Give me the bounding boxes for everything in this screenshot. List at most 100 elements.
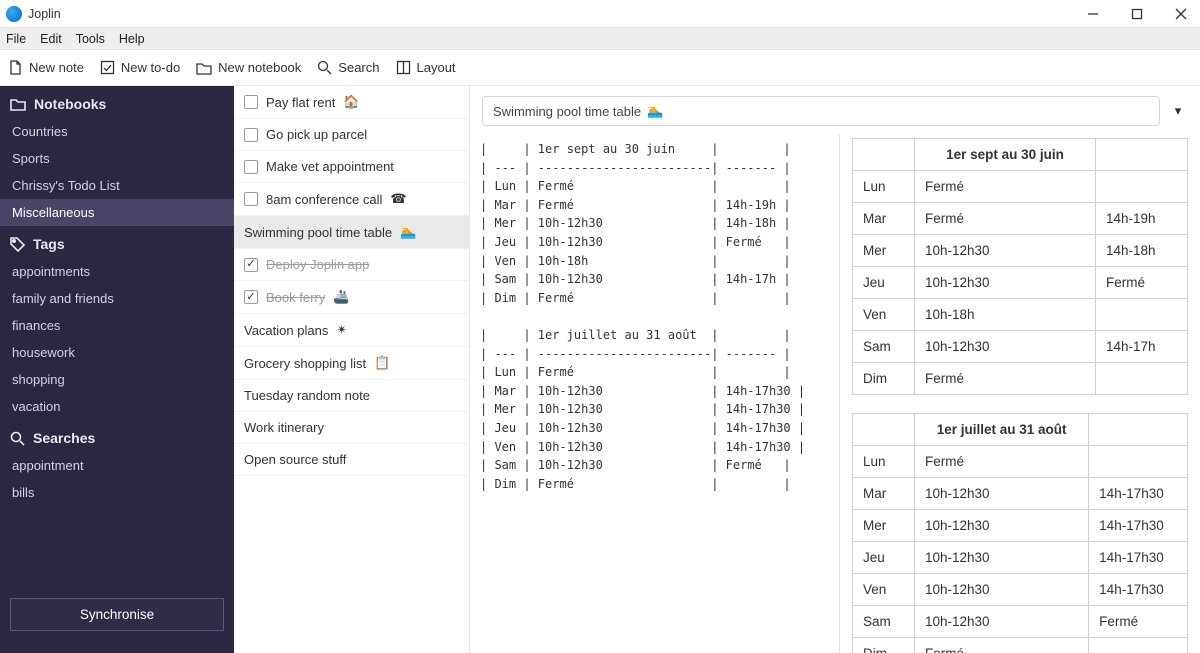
note-actions-dropdown[interactable]: ▾ <box>1168 103 1188 119</box>
table-row: LunFermé <box>853 446 1188 478</box>
menu-help[interactable]: Help <box>119 32 145 46</box>
menu-file[interactable]: File <box>6 32 26 46</box>
synchronise-button[interactable]: Synchronise <box>10 598 224 631</box>
sidebar-search-item[interactable]: appointment <box>0 452 234 479</box>
notebooks-header[interactable]: Notebooks <box>0 86 234 118</box>
note-list-item-label: Swimming pool time table <box>244 225 392 240</box>
search-icon <box>317 60 332 75</box>
note-list-item[interactable]: Make vet appointment <box>234 151 469 183</box>
todo-checkbox[interactable] <box>244 128 258 142</box>
table-row: Jeu10h-12h30Fermé <box>853 267 1188 299</box>
sidebar-notebook-item[interactable]: Chrissy's Todo List <box>0 172 234 199</box>
sidebar-tag-item[interactable]: shopping <box>0 366 234 393</box>
sidebar-tag-item[interactable]: finances <box>0 312 234 339</box>
sidebar-tag-item[interactable]: appointments <box>0 258 234 285</box>
schedule-header: 1er juillet au 31 août <box>915 414 1089 446</box>
note-list-item-label: Book ferry <box>266 290 325 305</box>
sidebar-search-item[interactable]: bills <box>0 479 234 506</box>
note-list-item-label: Deploy Joplin app <box>266 257 369 272</box>
note-emoji-icon: 🏠 <box>343 94 359 110</box>
note-list-item[interactable]: Open source stuff <box>234 444 469 476</box>
todo-checkbox[interactable] <box>244 258 258 272</box>
note-emoji-icon: 📋 <box>374 355 390 371</box>
sidebar: Notebooks CountriesSportsChrissy's Todo … <box>0 86 234 653</box>
sidebar-tag-item[interactable]: family and friends <box>0 285 234 312</box>
menubar: File Edit Tools Help <box>0 28 1200 50</box>
note-list-item-label: Vacation plans <box>244 323 328 338</box>
table-row: Jeu10h-12h3014h-17h30 <box>853 542 1188 574</box>
table-row: LunFermé <box>853 171 1188 203</box>
checkbox-icon <box>100 60 115 75</box>
search-label: Search <box>338 60 379 75</box>
note-title-input[interactable]: Swimming pool time table 🏊 <box>482 96 1160 126</box>
rendered-preview-pane[interactable]: 1er sept au 30 juinLunFerméMarFermé14h-1… <box>840 134 1200 653</box>
note-list-item-label: Open source stuff <box>244 452 346 467</box>
todo-checkbox[interactable] <box>244 160 258 174</box>
table-row: Sam10h-12h3014h-17h <box>853 331 1188 363</box>
note-list-item-label: 8am conference call <box>266 192 382 207</box>
note-title-text: Swimming pool time table <box>493 104 641 119</box>
tags-header[interactable]: Tags <box>0 226 234 258</box>
tag-icon <box>10 237 25 252</box>
new-notebook-label: New notebook <box>218 60 301 75</box>
note-list-item[interactable]: 8am conference call☎ <box>234 183 469 216</box>
note-list-item[interactable]: Book ferry 🚢 <box>234 281 469 314</box>
sidebar-tag-item[interactable]: housework <box>0 339 234 366</box>
folder-icon <box>196 61 212 75</box>
note-list-item[interactable]: Work itinerary <box>234 412 469 444</box>
note-title-emoji: 🏊 <box>647 103 663 119</box>
schedule-table: 1er juillet au 31 aoûtLunFerméMar10h-12h… <box>852 413 1188 653</box>
schedule-table: 1er sept au 30 juinLunFerméMarFermé14h-1… <box>852 138 1188 395</box>
menu-edit[interactable]: Edit <box>40 32 62 46</box>
sidebar-notebook-item[interactable]: Sports <box>0 145 234 172</box>
new-note-button[interactable]: New note <box>8 60 84 75</box>
table-row: MarFermé14h-19h <box>853 203 1188 235</box>
window-maximize-button[interactable] <box>1124 4 1150 24</box>
new-note-label: New note <box>29 60 84 75</box>
search-button[interactable]: Search <box>317 60 379 75</box>
searches-header-label: Searches <box>33 430 95 446</box>
note-list-item-label: Make vet appointment <box>266 159 394 174</box>
folder-icon <box>10 97 26 111</box>
markdown-source-pane[interactable]: | | 1er sept au 30 juin | | | --- | ----… <box>470 134 840 653</box>
sidebar-notebook-item[interactable]: Countries <box>0 118 234 145</box>
new-notebook-button[interactable]: New notebook <box>196 60 301 75</box>
note-list-item[interactable]: Tuesday random note <box>234 380 469 412</box>
table-row: DimFermé <box>853 363 1188 395</box>
schedule-header: 1er sept au 30 juin <box>915 139 1096 171</box>
window-close-button[interactable] <box>1168 4 1194 24</box>
app-title: Joplin <box>28 7 61 21</box>
layout-label: Layout <box>417 60 456 75</box>
note-list-item-label: Work itinerary <box>244 420 324 435</box>
window-minimize-button[interactable] <box>1080 4 1106 24</box>
note-list-item[interactable]: Pay flat rent🏠 <box>234 86 469 119</box>
table-row: Ven10h-18h <box>853 299 1188 331</box>
note-emoji-icon: 🏊 <box>400 224 416 240</box>
app-logo-icon <box>6 6 22 22</box>
table-row: Mer10h-12h3014h-18h <box>853 235 1188 267</box>
note-list-item-label: Go pick up parcel <box>266 127 367 142</box>
sidebar-notebook-item[interactable]: Miscellaneous <box>0 199 234 226</box>
editor: Swimming pool time table 🏊 ▾ | | 1er sep… <box>470 86 1200 653</box>
sidebar-tag-item[interactable]: vacation <box>0 393 234 420</box>
note-list-item[interactable]: Swimming pool time table 🏊 <box>234 216 469 249</box>
todo-checkbox[interactable] <box>244 95 258 109</box>
layout-icon <box>396 60 411 75</box>
note-list-item[interactable]: Vacation plans ✴ <box>234 314 469 347</box>
todo-checkbox[interactable] <box>244 290 258 304</box>
note-list-item[interactable]: Grocery shopping list📋 <box>234 347 469 380</box>
table-row: DimFermé <box>853 638 1188 653</box>
toolbar: New note New to-do New notebook Search L… <box>0 50 1200 86</box>
note-list-item[interactable]: Go pick up parcel <box>234 119 469 151</box>
menu-tools[interactable]: Tools <box>76 32 105 46</box>
layout-button[interactable]: Layout <box>396 60 456 75</box>
note-emoji-icon: 🚢 <box>333 289 349 305</box>
note-list[interactable]: Pay flat rent🏠 Go pick up parcel Make vet … <box>234 86 470 653</box>
todo-checkbox[interactable] <box>244 192 258 206</box>
new-todo-button[interactable]: New to-do <box>100 60 180 75</box>
note-list-item[interactable]: Deploy Joplin app <box>234 249 469 281</box>
new-todo-label: New to-do <box>121 60 180 75</box>
titlebar: Joplin <box>0 0 1200 28</box>
note-emoji-icon: ✴ <box>336 322 347 338</box>
searches-header[interactable]: Searches <box>0 420 234 452</box>
